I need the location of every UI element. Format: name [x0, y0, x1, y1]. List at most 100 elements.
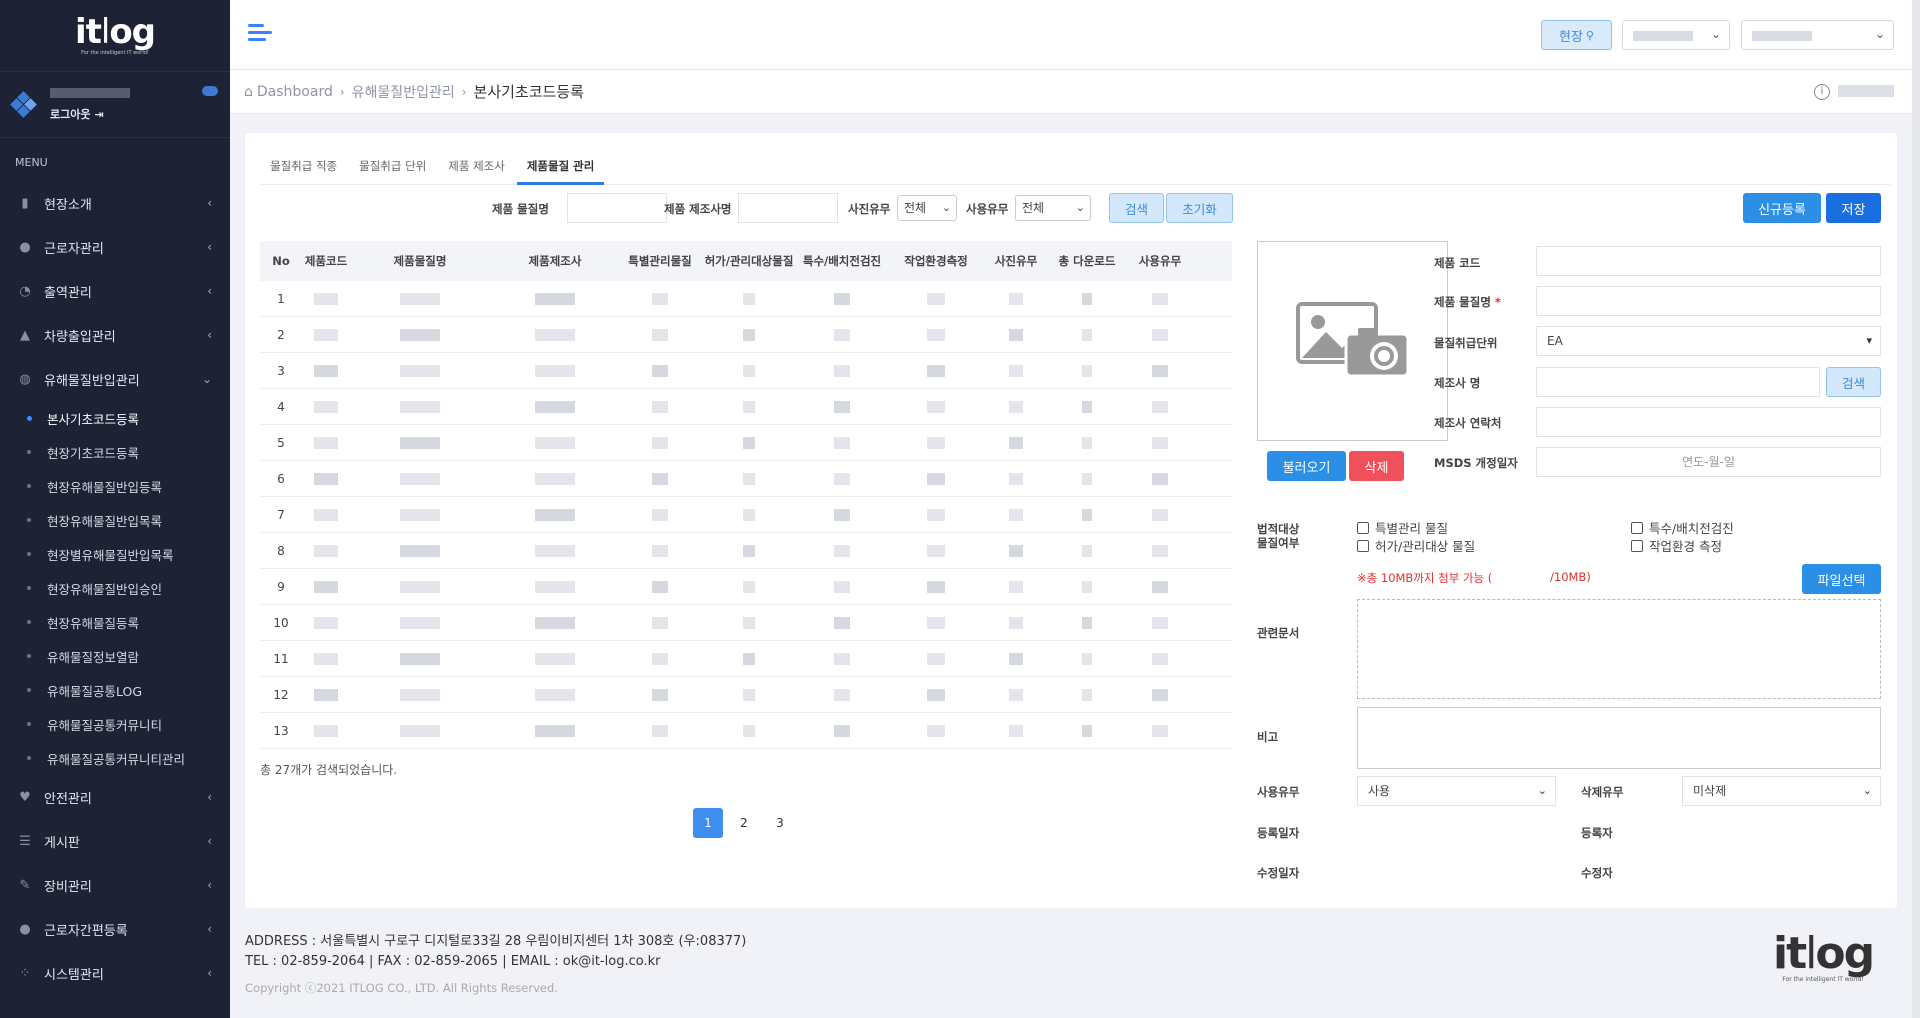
menu-item-1[interactable]: ● 근로자관리 ‹ [0, 225, 230, 269]
table-row[interactable]: 9 [260, 569, 1232, 605]
checkbox[interactable] [1357, 539, 1369, 552]
load-photo-button[interactable]: 불러오기 [1267, 451, 1346, 481]
footer: ADDRESS : 서울특별시 구로구 디지털로33길 28 우림이비지센터 1… [245, 932, 746, 998]
page-2[interactable]: 2 [729, 808, 759, 838]
maker-input[interactable] [1536, 367, 1820, 397]
sub-item-6[interactable]: 현장유해물질등록 [0, 605, 230, 639]
user-toggle-icon[interactable] [202, 86, 218, 96]
checkbox[interactable] [1357, 521, 1369, 534]
sub-item-2[interactable]: 현장유해물질반입등록 [0, 469, 230, 503]
sub-item-0[interactable]: 본사기초코드등록 [0, 401, 230, 435]
sub-item-10[interactable]: 유해물질공통커뮤니티관리 [0, 741, 230, 775]
document-dropzone[interactable] [1357, 599, 1881, 699]
menu-item-7[interactable]: ✎ 장비관리 ‹ [0, 863, 230, 907]
table-row[interactable]: 3 [260, 353, 1232, 389]
contact-input[interactable] [1536, 407, 1881, 437]
contact-label: 제조사 연락처 [1434, 416, 1502, 430]
table-cell [350, 353, 490, 388]
redacted-value [535, 688, 575, 701]
site-select-1[interactable]: ⌄ [1622, 20, 1730, 50]
info-icon[interactable]: i [1814, 84, 1830, 100]
table-row[interactable]: 10 [260, 605, 1232, 641]
tab-job-type[interactable]: 물질취급 직종 [260, 155, 347, 185]
code-input[interactable] [1536, 246, 1881, 276]
chk-exam[interactable]: 특수/배치전검진 [1631, 518, 1734, 537]
delete-status-select[interactable]: 미삭제 ⌄ [1682, 776, 1881, 806]
page-1[interactable]: 1 [693, 808, 723, 838]
photo-filter-select[interactable]: 전체 ⌄ [897, 195, 957, 221]
table-row[interactable]: 13 [260, 713, 1232, 749]
logout-link[interactable]: 로그아웃 ⇥ [50, 106, 130, 122]
table-cell-no: 2 [277, 327, 285, 342]
table-row[interactable]: 6 [260, 461, 1232, 497]
product-name-input[interactable] [567, 193, 667, 223]
table-cell [350, 569, 490, 604]
table-cell [350, 461, 490, 496]
page-3[interactable]: 3 [765, 808, 795, 838]
chk-permit[interactable]: 허가/관리대상 물질 [1357, 536, 1475, 555]
sub-item-9[interactable]: 유해물질공통커뮤니티 [0, 707, 230, 741]
redacted-value [1009, 472, 1023, 485]
maker-search-button[interactable]: 검색 [1826, 367, 1881, 397]
redacted-value [1009, 508, 1023, 521]
redacted-value [400, 508, 440, 521]
chk-env[interactable]: 작업환경 측정 [1631, 536, 1722, 555]
page-scrollbar[interactable] [1912, 0, 1920, 1018]
chk-special[interactable]: 특별관리 물질 [1357, 518, 1448, 537]
sub-item-4[interactable]: 현장별유해물질반입목록 [0, 537, 230, 571]
checkbox[interactable] [1631, 539, 1643, 552]
menu-item-5[interactable]: ♥ 안전관리 ‹ [0, 775, 230, 819]
delete-photo-button[interactable]: 삭제 [1349, 451, 1404, 481]
table-row[interactable]: 5 [260, 425, 1232, 461]
use-select[interactable]: 사용 ⌄ [1357, 776, 1556, 806]
menu-item-9[interactable]: ⁘ 시스템관리 ‹ [0, 951, 230, 995]
sub-item-3[interactable]: 현장유해물질반입목록 [0, 503, 230, 537]
table-row[interactable]: 12 [260, 677, 1232, 713]
use-filter-select[interactable]: 전체 ⌄ [1015, 195, 1091, 221]
table-cell [986, 605, 1046, 640]
table-row[interactable]: 7 [260, 497, 1232, 533]
unit-select[interactable]: EA ▾ [1536, 326, 1881, 356]
new-register-button[interactable]: 신규등록 [1743, 193, 1821, 223]
note-textarea[interactable] [1357, 707, 1881, 769]
tab-product-material[interactable]: 제품물질 관리 [516, 155, 605, 185]
menu-item-2[interactable]: ◔ 출역관리 ‹ [0, 269, 230, 313]
redacted-value [652, 400, 668, 413]
menu-item-0[interactable]: ▮ 현장소개 ‹ [0, 181, 230, 225]
save-button[interactable]: 저장 [1826, 193, 1881, 223]
reset-button[interactable]: 초기화 [1166, 193, 1233, 223]
table-row[interactable]: 1 [260, 281, 1232, 317]
hamburger-menu-icon[interactable] [248, 24, 272, 44]
sub-item-1[interactable]: 현장기초코드등록 [0, 435, 230, 469]
tab-maker[interactable]: 제품 제조사 [438, 155, 515, 185]
checkbox[interactable] [1631, 521, 1643, 534]
sub-item-7[interactable]: 유해물질정보열람 [0, 639, 230, 673]
tab-unit[interactable]: 물질취급 단위 [349, 155, 436, 185]
table-row[interactable]: 2 [260, 317, 1232, 353]
menu-item-8[interactable]: ● 근로자간편등록 ‹ [0, 907, 230, 951]
file-select-button[interactable]: 파일선택 [1802, 564, 1881, 594]
site-search-button[interactable]: 현장 ⚲ [1541, 20, 1612, 50]
table-cell [1128, 533, 1192, 568]
breadcrumb-home[interactable]: Dashboard [257, 84, 333, 100]
breadcrumb-parent[interactable]: 유해물질반입관리 [352, 82, 455, 102]
table-cell [302, 425, 350, 460]
maker-name-input[interactable] [738, 193, 838, 223]
menu-item-3[interactable]: ▲ 차량출입관리 ‹ [0, 313, 230, 357]
name-input[interactable] [1536, 286, 1881, 316]
sub-item-5[interactable]: 현장유해물질반입승인 [0, 571, 230, 605]
table-cell [490, 461, 620, 496]
redacted-value [314, 580, 338, 593]
site-select-2[interactable]: ⌄ [1741, 20, 1894, 50]
chk-exam-label: 특수/배치전검진 [1649, 521, 1734, 536]
table-row[interactable]: 4 [260, 389, 1232, 425]
msds-date-input[interactable]: 연도-월-일 [1536, 447, 1881, 477]
menu-item-4[interactable]: ◍ 유해물질반입관리 ⌄ [0, 357, 230, 401]
sub-item-8[interactable]: 유해물질공통LOG [0, 673, 230, 707]
table-row[interactable]: 11 [260, 641, 1232, 677]
sidebar-logo[interactable]: itlog For the intelligent IT world! [0, 0, 230, 72]
menu-item-6[interactable]: ☰ 게시판 ‹ [0, 819, 230, 863]
table-row[interactable]: 8 [260, 533, 1232, 569]
table-cell [350, 425, 490, 460]
search-button[interactable]: 검색 [1109, 193, 1164, 223]
